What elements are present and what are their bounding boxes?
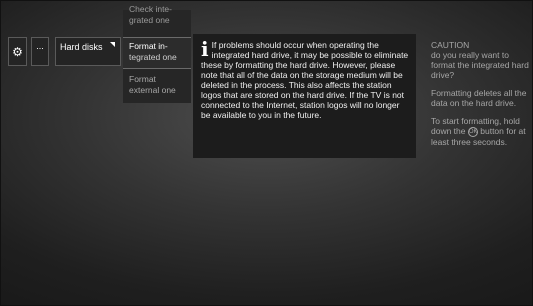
gear-icon: ⚙ [12,44,23,59]
settings-tile[interactable]: ⚙ [8,37,27,66]
format-external-label-line2: external one [129,85,176,95]
caution-warning: Formatting deletes all the data on the h… [431,88,527,108]
hard-disk-submenu: Check inte- grated one Format in- tegrat… [123,4,191,103]
info-text: If problems should occur when operating … [201,40,409,120]
format-integrated-label-line2: tegrated one [129,52,177,62]
check-integrated-label-line2: grated one [129,15,170,25]
check-integrated-label-line1: Check inte- [129,4,172,14]
more-tile[interactable]: ... [31,37,49,66]
ok-button-icon: OK [467,126,478,137]
info-panel: i If problems should occur when operatin… [193,34,416,158]
hard-disks-tile[interactable]: Hard disks [55,37,121,66]
caution-title: CAUTION [431,40,470,50]
caution-question: do you really want to format the integra… [431,50,529,80]
selection-arrow-icon [110,42,115,47]
caution-panel: CAUTION do you really want to format the… [431,40,531,155]
hard-disks-label: Hard disks [60,42,103,52]
info-icon: i [201,37,209,61]
more-label: ... [36,41,44,51]
format-external-label-line1: Format [129,74,156,84]
submenu-item-format-external[interactable]: Format external one [123,74,191,96]
format-integrated-label-line1: Format in- [129,41,168,51]
submenu-item-check-integrated[interactable]: Check inte- grated one [123,4,191,26]
submenu-item-format-integrated[interactable]: Format in- tegrated one [123,37,191,69]
